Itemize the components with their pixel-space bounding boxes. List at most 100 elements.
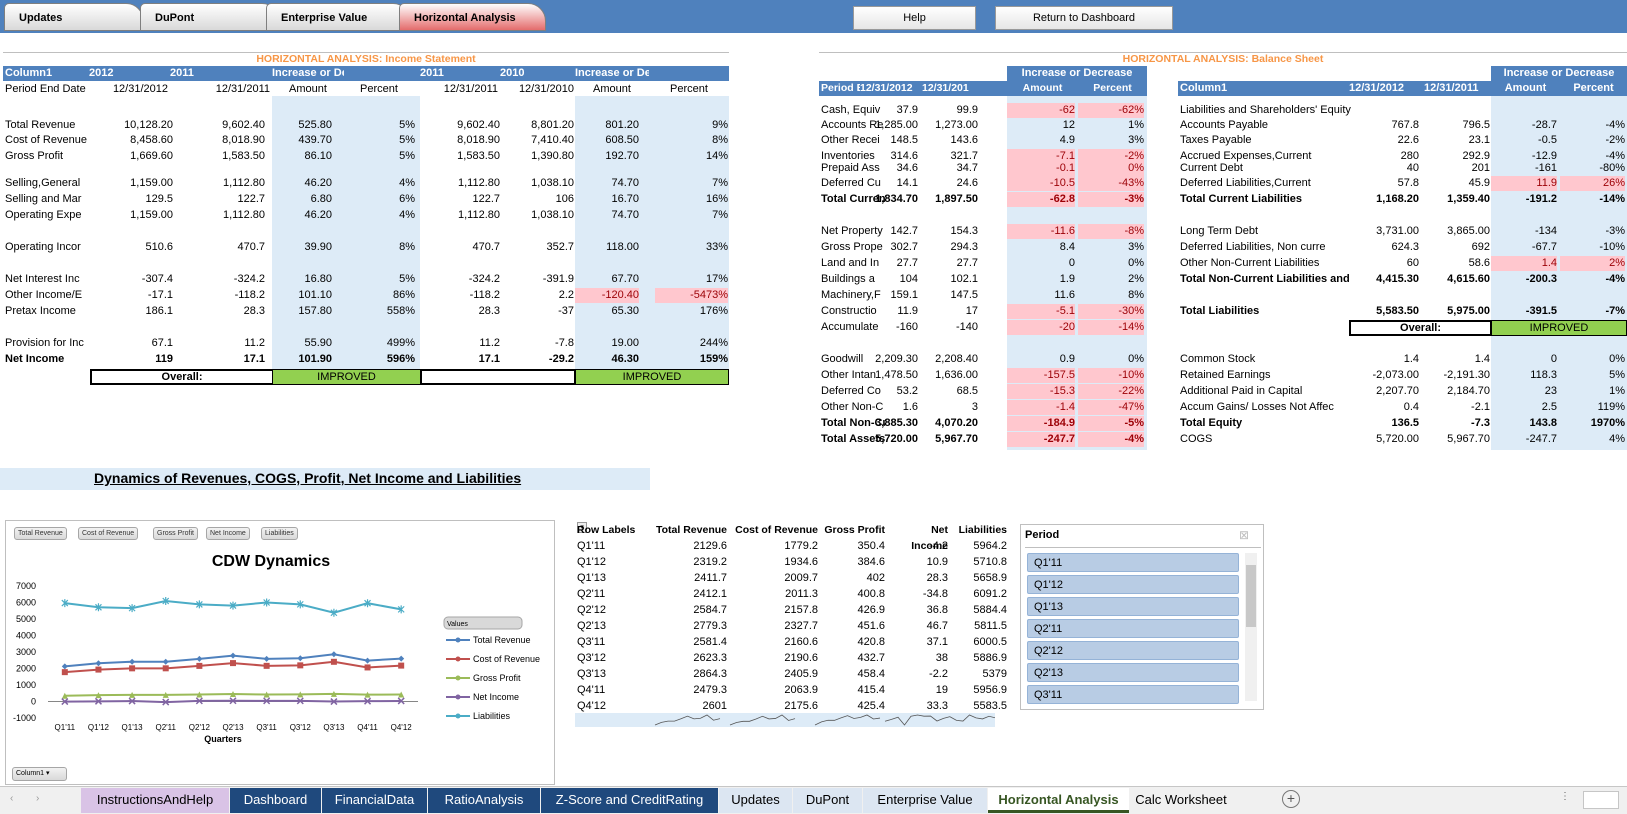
is-cell: 9,602.40 xyxy=(222,119,265,131)
bs-right-subheader: Liabilities and Shareholders' Equity xyxy=(1180,104,1351,116)
is-cell: 608.50 xyxy=(605,134,639,146)
return-to-dashboard-button[interactable]: Return to Dashboard xyxy=(995,6,1173,30)
data-point xyxy=(364,657,371,664)
is-empty-box xyxy=(420,369,576,385)
column1-filter-button[interactable]: Column1 ▾ xyxy=(12,767,67,781)
sparkline xyxy=(814,714,881,726)
bs-right-cell: 767.8 xyxy=(1391,119,1419,131)
sparkline xyxy=(654,714,721,726)
is-header-7: Increase or Decrease xyxy=(575,67,649,79)
sparkline xyxy=(729,714,796,726)
bs-right-cell: -80% xyxy=(1599,162,1625,174)
horizontal-scrollbar[interactable] xyxy=(1583,791,1619,809)
slicer-scroll-thumb[interactable] xyxy=(1246,565,1256,627)
pivot-cell: 5811.5 xyxy=(974,620,1007,632)
slicer-item[interactable]: Q2'13 xyxy=(1027,663,1239,682)
bs-right-cell: 1970% xyxy=(1590,417,1625,429)
is-cell: 525.80 xyxy=(298,119,332,131)
bs-right-incdec-header: Increase or Decrease xyxy=(1491,66,1627,81)
sheet-tab-calc-worksheet[interactable]: Calc Worksheet xyxy=(1130,788,1232,813)
nav-tab-dupont[interactable]: DuPont xyxy=(140,3,280,31)
clear-filter-icon[interactable]: ⊠ xyxy=(1239,528,1249,542)
sheet-tab-enterprise-value[interactable]: Enterprise Value xyxy=(863,788,987,813)
sheet-tab-dupont[interactable]: DuPont xyxy=(793,788,862,813)
pivot-cell: 36.8 xyxy=(926,604,948,616)
bs-left-cell: 2,209.30 xyxy=(875,353,918,365)
is-cell: 1,038.10 xyxy=(531,177,574,189)
period-slicer[interactable]: Period ⊠ Q1'11 Q1'12 Q1'13 Q2'11 Q2'12 Q2'13 Q… xyxy=(1020,524,1264,710)
is-cell: 8% xyxy=(399,241,415,253)
bs-left-cell: 1,478.50 xyxy=(875,369,918,381)
help-button[interactable]: Help xyxy=(853,6,976,30)
bs-right-cell: 1.4 xyxy=(1403,353,1419,365)
is-cell: 186.1 xyxy=(145,305,173,317)
bs-right-label: Total Liabilities xyxy=(1180,305,1260,317)
slicer-item[interactable]: Q2'12 xyxy=(1027,641,1239,660)
is-cell: 499% xyxy=(386,337,415,349)
add-sheet-icon[interactable]: + xyxy=(1282,790,1300,808)
is-cell: 244% xyxy=(699,337,728,349)
sheet-tab-instructionsandhelp[interactable]: InstructionsAndHelp xyxy=(81,788,229,813)
pivot-cell: Q1'11 xyxy=(577,540,606,552)
bs-right-label: Total Non-Current Liabilities and M xyxy=(1180,273,1349,285)
x-tick-label: Q2'11 xyxy=(155,723,176,732)
nav-tab-horizontal-analysis[interactable]: Horizontal Analysis xyxy=(399,3,546,31)
scroll-right-icon[interactable]: › xyxy=(36,793,39,804)
sheet-tab-z-score-and-creditrating[interactable]: Z-Score and CreditRating xyxy=(541,788,718,813)
is-cell: 11.2 xyxy=(244,337,265,349)
bs-right-cell: -3% xyxy=(1605,225,1625,237)
sheet-tab-ratioanalysis[interactable]: RatioAnalysis xyxy=(428,788,540,813)
nav-tab-enterprise-value[interactable]: Enterprise Value xyxy=(266,3,411,31)
is-cell: 7% xyxy=(712,209,728,221)
pivot-cell: 1934.6 xyxy=(784,556,818,568)
bs-left-cell: 154.3 xyxy=(950,225,978,237)
bs-left-cell: 102.1 xyxy=(950,273,978,285)
bs-right-cell: 4% xyxy=(1609,433,1625,445)
slicer-item[interactable]: Q1'12 xyxy=(1027,575,1239,594)
bs-right-cell: 136.5 xyxy=(1391,417,1419,429)
bs-left-cell: 159.1 xyxy=(890,289,918,301)
slicer-item[interactable]: Q1'11 xyxy=(1027,553,1239,572)
is-cell: 1,159.00 xyxy=(130,209,173,221)
bs-right-label: Common Stock xyxy=(1180,353,1256,365)
is-cell: 65.30 xyxy=(611,305,639,317)
bs-left-incdec-label: Increase or Decrease xyxy=(1021,67,1133,79)
pivot-cell: 10.9 xyxy=(926,556,948,568)
pivot-cell: 5379 xyxy=(982,668,1007,680)
bs-left-cell: 1% xyxy=(1128,119,1144,131)
column1-filter-label: Column1 xyxy=(16,770,45,777)
slicer-item[interactable]: Q3'11 xyxy=(1027,685,1239,704)
slicer-item[interactable]: Q2'11 xyxy=(1027,619,1239,638)
scroll-left-icon[interactable]: ‹ xyxy=(10,793,13,804)
pivot-header-0[interactable]: Row Labels xyxy=(577,522,653,538)
pivot-cell: 19 xyxy=(935,684,948,696)
pivot-cell: 458.4 xyxy=(857,668,885,680)
is-cell: 5% xyxy=(399,273,415,285)
bs-right-cell: -67.7 xyxy=(1531,241,1557,253)
pivot-cell: 426.9 xyxy=(857,604,885,616)
slicer-item[interactable]: Q1'13 xyxy=(1027,597,1239,616)
bs-left-cell: 14.1 xyxy=(896,177,918,189)
is-cell: 176% xyxy=(699,305,728,317)
bs-right-cell: 692 xyxy=(1471,241,1490,253)
bs-right-cell: -14% xyxy=(1599,193,1625,205)
bs-left-cell: 0% xyxy=(1078,161,1144,176)
sheet-tab-horizontal-analysis[interactable]: Horizontal Analysis xyxy=(988,788,1129,813)
bs-right-cell: 0% xyxy=(1609,353,1625,365)
sheet-tab-updates[interactable]: Updates xyxy=(719,788,792,813)
bs-right-cell: 4,415.30 xyxy=(1376,273,1419,285)
bs-left-cell: 8% xyxy=(1128,289,1144,301)
pivot-cell: 46.7 xyxy=(926,620,948,632)
cdw-dynamics-chart[interactable]: Total Revenue Cost of Revenue Gross Profit… xyxy=(5,520,555,785)
is-cell: 439.70 xyxy=(298,134,332,146)
more-icon[interactable]: ⋮ xyxy=(1560,791,1570,802)
bs-right-cell: 796.5 xyxy=(1462,119,1490,131)
sheet-tab-financialdata[interactable]: FinancialData xyxy=(322,788,427,813)
bs-right-cell: 5,975.00 xyxy=(1447,305,1490,317)
data-point xyxy=(263,655,270,662)
sheet-tab-dashboard[interactable]: Dashboard xyxy=(230,788,321,813)
slicer-scrollbar[interactable] xyxy=(1245,553,1257,701)
nav-tab-updates[interactable]: Updates xyxy=(4,3,144,31)
x-tick-label: Q4'11 xyxy=(357,723,378,732)
pivot-table: Row Labels Total Revenue Cost of Revenue Gr… xyxy=(577,522,1007,712)
